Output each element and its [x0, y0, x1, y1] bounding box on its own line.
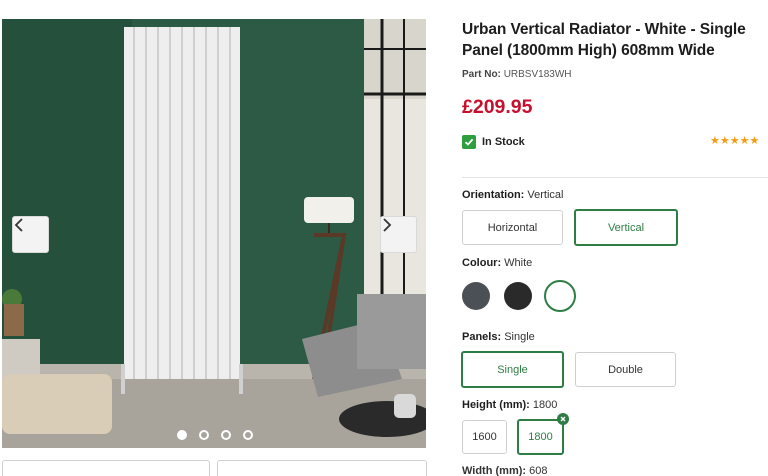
product-photo — [2, 19, 426, 448]
gallery-action-button[interactable] — [2, 460, 210, 476]
width-label: Width (mm): 608 — [462, 465, 547, 476]
width-label-value: 608 — [529, 465, 548, 476]
gallery-dot[interactable] — [221, 430, 231, 440]
gallery-dots — [177, 430, 253, 440]
orientation-vertical-button[interactable]: Vertical — [574, 209, 678, 246]
height-label-key: Height (mm): — [462, 399, 530, 411]
stock-status: In Stock — [462, 135, 525, 149]
orientation-label: Orientation: Vertical — [462, 189, 563, 201]
orientation-horizontal-button[interactable]: Horizontal — [462, 210, 563, 245]
gallery-next-button[interactable] — [380, 216, 417, 253]
gallery-action-button[interactable] — [217, 460, 427, 476]
chevron-right-icon — [383, 218, 392, 232]
panels-label-value: Single — [504, 331, 535, 343]
colour-label-key: Colour: — [462, 257, 502, 269]
gallery-dot[interactable] — [177, 430, 187, 440]
panels-double-button[interactable]: Double — [575, 352, 676, 387]
chevron-left-icon — [14, 218, 23, 232]
colour-swatch-anthracite[interactable] — [462, 282, 490, 310]
divider — [462, 177, 768, 178]
gallery-dot[interactable] — [199, 430, 209, 440]
height-label: Height (mm): 1800 — [462, 399, 557, 411]
part-number-label: Part No: — [462, 69, 501, 80]
colour-label-value: White — [504, 257, 533, 269]
selected-check-icon — [557, 413, 569, 425]
height-label-value: 1800 — [532, 399, 558, 411]
gallery-dot[interactable] — [243, 430, 253, 440]
stock-text: In Stock — [482, 136, 525, 148]
orientation-label-value: Vertical — [527, 189, 564, 201]
gallery-prev-button[interactable] — [12, 216, 49, 253]
orientation-label-key: Orientation: — [462, 189, 525, 201]
colour-swatch-white[interactable] — [544, 280, 576, 312]
width-label-key: Width (mm): — [462, 465, 527, 476]
product-image-gallery[interactable] — [2, 19, 426, 448]
height-1800-button[interactable]: 1800 — [517, 419, 564, 455]
panels-label: Panels: Single — [462, 331, 535, 343]
check-icon — [462, 135, 476, 149]
part-number: Part No: URBSV183WH — [462, 69, 572, 80]
height-1600-button[interactable]: 1600 — [462, 420, 507, 454]
rating-stars[interactable]: ★★★★★ — [710, 134, 759, 147]
panels-single-button[interactable]: Single — [461, 351, 564, 388]
panels-label-key: Panels: — [462, 331, 502, 343]
part-number-value: URBSV183WH — [503, 69, 572, 80]
colour-swatch-black[interactable] — [504, 282, 532, 310]
product-price: £209.95 — [462, 96, 533, 118]
product-page: Urban Vertical Radiator - White - Single… — [0, 0, 768, 476]
product-title: Urban Vertical Radiator - White - Single… — [462, 21, 746, 59]
colour-label: Colour: White — [462, 257, 532, 269]
